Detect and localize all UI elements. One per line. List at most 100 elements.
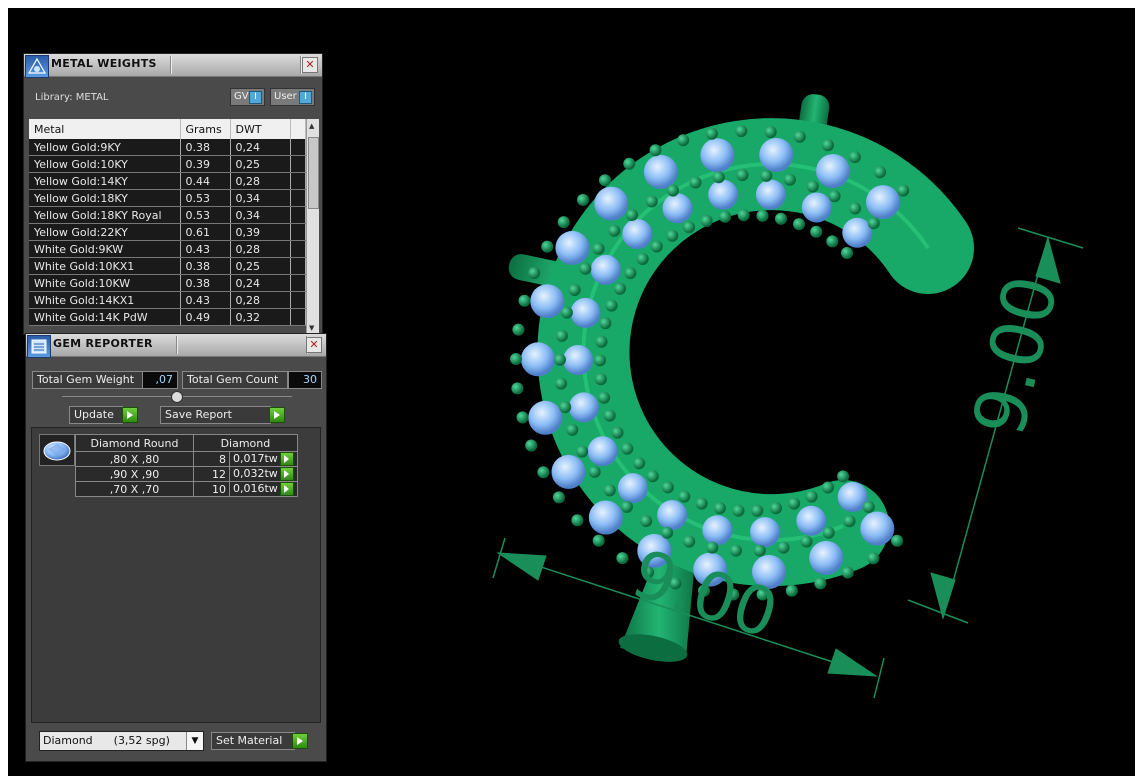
gem-stone xyxy=(570,297,601,328)
cell-metal: White Gold:10KX1 xyxy=(29,257,181,275)
cell-metal: Yellow Gold:18KY xyxy=(29,189,181,207)
metal-weights-icon xyxy=(25,55,49,78)
prong-bead xyxy=(576,445,589,458)
gem-select-button[interactable] xyxy=(279,452,294,466)
column-header-metal[interactable]: Metal xyxy=(29,119,181,139)
prong-bead xyxy=(667,184,679,197)
gem-stone xyxy=(587,436,618,467)
total-gem-weight-value: ,07 xyxy=(142,371,178,389)
user-toggle[interactable]: User I xyxy=(270,88,315,106)
column-header-grams[interactable]: Grams xyxy=(180,119,231,139)
prong-bead xyxy=(891,534,904,547)
cell-grams: 0.44 xyxy=(180,172,231,190)
gem-select-button[interactable] xyxy=(279,467,294,481)
prong-bead xyxy=(560,306,573,319)
table-row[interactable]: White Gold:14K PdW 0.49 0,32 xyxy=(29,308,306,326)
prong-bead xyxy=(775,212,787,225)
prong-bead xyxy=(848,151,861,164)
table-row[interactable]: Yellow Gold:14KY 0.44 0,28 xyxy=(29,172,306,190)
metal-table-scrollbar[interactable]: ▲ ▼ xyxy=(306,119,319,334)
prong-bead xyxy=(849,202,862,215)
prong-bead xyxy=(559,401,572,414)
crescent-ring xyxy=(510,118,974,601)
cell-grams: 0.38 xyxy=(180,139,231,156)
table-row[interactable]: White Gold:14KX1 0.43 0,28 xyxy=(29,291,306,309)
update-button[interactable] xyxy=(122,407,138,423)
prong-bead xyxy=(810,225,823,238)
prong-bead xyxy=(599,317,612,330)
prong-bead xyxy=(608,224,621,237)
prong-bead xyxy=(650,240,663,253)
table-row[interactable]: Yellow Gold:18KY 0.53 0,34 xyxy=(29,189,306,207)
gv-toggle[interactable]: GV I xyxy=(230,88,265,106)
gem-weight: 0,017tw xyxy=(233,452,278,465)
prong-bead xyxy=(806,180,819,193)
gem-count: 10 xyxy=(193,481,230,497)
prong-bead xyxy=(592,242,605,255)
prong-bead xyxy=(822,481,834,494)
prong-bead xyxy=(788,497,801,510)
gem-row[interactable]: ,80 X ,80 8 0,017tw xyxy=(75,451,298,467)
prong-bead xyxy=(633,457,646,470)
table-row[interactable]: Yellow Gold:9KY 0.38 0,24 xyxy=(29,139,306,156)
library-label: Library: METAL xyxy=(35,92,109,103)
gem-stone xyxy=(809,540,844,575)
gem-weight-cell: 0,032tw xyxy=(229,466,298,482)
close-icon[interactable]: ✕ xyxy=(302,57,318,73)
prong-bead xyxy=(800,535,813,548)
prong-bead xyxy=(512,323,525,336)
gem-stone xyxy=(702,515,733,546)
gem-weight-cell: 0,016tw xyxy=(229,481,298,497)
gem-reporter-titlebar[interactable]: GEM REPORTER ✕ xyxy=(26,334,326,358)
gem-stone xyxy=(816,154,850,188)
prong-bead xyxy=(777,541,790,554)
set-material-button[interactable] xyxy=(292,733,308,749)
gem-reporter-panel: GEM REPORTER ✕ Total Gem Weight ,07 Tota… xyxy=(25,333,327,762)
total-gem-count-value: 30 xyxy=(288,371,322,389)
prong-bead xyxy=(713,502,726,515)
gem-select-button[interactable] xyxy=(279,482,294,496)
cell-dwt: 0,39 xyxy=(230,223,291,241)
gem-stone xyxy=(866,185,900,220)
gem-stone xyxy=(750,517,780,548)
table-row[interactable]: White Gold:10KW 0.38 0,24 xyxy=(29,274,306,292)
gem-stone xyxy=(801,192,832,223)
gem-row[interactable]: ,70 X ,70 10 0,016tw xyxy=(75,481,298,497)
gem-shape-header: Diamond Round xyxy=(75,434,194,452)
prong-bead xyxy=(897,184,910,197)
cell-dwt: 0,28 xyxy=(230,240,291,258)
prong-bead xyxy=(649,144,662,157)
prong-bead xyxy=(874,166,887,179)
collapse-knob[interactable] xyxy=(171,391,183,403)
cell-dwt: 0,34 xyxy=(230,189,291,207)
gem-stone xyxy=(708,179,739,210)
total-gem-weight-label: Total Gem Weight xyxy=(32,371,143,389)
cell-grams: 0.38 xyxy=(180,274,231,292)
prong-bead xyxy=(867,217,880,230)
prong-bead xyxy=(603,409,616,422)
prong-bead xyxy=(826,235,839,248)
prong-bead xyxy=(537,466,550,479)
table-row[interactable]: Yellow Gold:18KY Royal 0.53 0,34 xyxy=(29,206,306,224)
toggle-icon: I xyxy=(299,91,312,104)
table-row[interactable]: White Gold:10KX1 0.38 0,25 xyxy=(29,257,306,275)
prong-bead xyxy=(706,541,719,554)
prong-bead xyxy=(623,157,636,170)
column-header-dwt[interactable]: DWT xyxy=(230,119,291,139)
prong-bead xyxy=(828,190,841,203)
prong-bead xyxy=(756,209,769,222)
gem-row[interactable]: ,90 X ,90 12 0,032tw xyxy=(75,466,298,482)
metal-weights-titlebar[interactable]: METAL WEIGHTS ✕ xyxy=(24,54,322,78)
table-row[interactable]: Yellow Gold:10KY 0.39 0,25 xyxy=(29,155,306,173)
prong-bead xyxy=(555,377,568,390)
close-icon[interactable]: ✕ xyxy=(306,337,322,353)
table-row[interactable]: White Gold:9KW 0.43 0,28 xyxy=(29,240,306,258)
gem-weight: 0,016tw xyxy=(233,482,278,495)
save-report-button[interactable] xyxy=(269,407,285,423)
gem-stone xyxy=(551,454,586,489)
table-row[interactable]: Yellow Gold:22KY 0.61 0,39 xyxy=(29,223,306,241)
gem-stone xyxy=(617,473,648,504)
chevron-down-icon[interactable]: ▼ xyxy=(186,732,203,750)
scroll-thumb[interactable] xyxy=(308,137,319,209)
material-select[interactable]: Diamond (3,52 spg) ▼ xyxy=(39,731,204,751)
